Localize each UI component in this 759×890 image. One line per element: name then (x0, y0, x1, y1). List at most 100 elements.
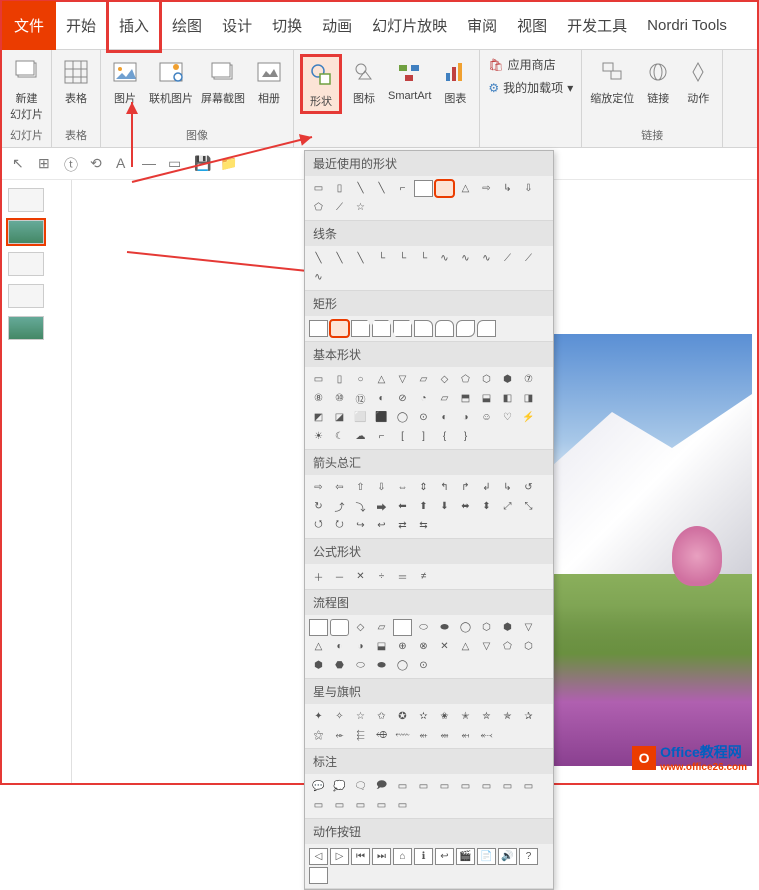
shape-arrow-24[interactable]: ⭮ (330, 517, 349, 534)
shape-arrow-turn[interactable]: ↳ (498, 180, 517, 197)
shape-arrow-19[interactable]: ⬌ (456, 498, 475, 515)
shape-fc-8[interactable]: ◯ (456, 619, 475, 636)
shape-basic-31[interactable]: ☺ (477, 409, 496, 426)
zoom-button[interactable]: 缩放定位 (588, 54, 636, 108)
shape-callout-7[interactable]: ▭ (435, 778, 454, 795)
shape-basic-6[interactable]: ▱ (414, 371, 433, 388)
shape-basic-9[interactable]: ⬡ (477, 371, 496, 388)
shape-triangle[interactable]: △ (456, 180, 475, 197)
thumbnail-5[interactable] (8, 316, 44, 340)
shape-fc-21[interactable]: ⬠ (498, 638, 517, 655)
shape-fc-27[interactable]: ◯ (393, 657, 412, 674)
addins-button[interactable]: ⚙我的加载项 ▾ (486, 77, 575, 98)
shape-arrow-r[interactable]: ⇨ (477, 180, 496, 197)
shape-basic-4[interactable]: △ (372, 371, 391, 388)
tab-review[interactable]: 审阅 (457, 1, 507, 50)
shape-abtn-7[interactable]: ↩ (435, 848, 454, 865)
shape-arrow-6[interactable]: ⇕ (414, 479, 433, 496)
shape-basic-1[interactable]: ▭ (309, 371, 328, 388)
shape-pentagon[interactable]: ⬠ (309, 199, 328, 216)
qat-pointer-icon[interactable]: ↖ (12, 155, 30, 173)
shape-rect[interactable] (414, 180, 433, 197)
shape-plus[interactable]: ＋ (309, 568, 328, 585)
shape-basic-29[interactable]: ◐ (435, 409, 454, 426)
shape-line2[interactable]: ╲ (372, 180, 391, 197)
tab-developer[interactable]: 开发工具 (557, 1, 637, 50)
shape-basic-14[interactable]: ⑫ (351, 390, 370, 407)
shape-basic-24[interactable]: ◪ (330, 409, 349, 426)
shape-callout-8[interactable]: ▭ (456, 778, 475, 795)
shape-callout-6[interactable]: ▭ (414, 778, 433, 795)
shape-arrow-18[interactable]: ⬇ (435, 498, 454, 515)
shape-arrow-7[interactable]: ↰ (435, 479, 454, 496)
tab-draw[interactable]: 绘图 (162, 1, 212, 50)
shape-banner-1[interactable]: ⬰ (330, 727, 349, 744)
shape-banner-5[interactable]: ⬴ (414, 727, 433, 744)
shape-arrow-3[interactable]: ⇧ (351, 479, 370, 496)
store-button[interactable]: 🛍应用商店 (486, 54, 557, 75)
shape-rect-sniproundm[interactable] (477, 320, 496, 337)
shape-callout-3[interactable]: 🗨 (351, 778, 370, 795)
shape-rect-snip2[interactable] (372, 320, 391, 337)
shape-arrow-16[interactable]: ⬅ (393, 498, 412, 515)
shape-rect-snip1[interactable] (351, 320, 370, 337)
shape-elbow-2[interactable]: └ (393, 250, 412, 267)
shape-basic-38[interactable]: [ (393, 428, 412, 445)
shape-star-6[interactable]: ✫ (414, 708, 433, 725)
shape-arrow-9[interactable]: ↲ (477, 479, 496, 496)
shape-arrow-27[interactable]: ⇄ (393, 517, 412, 534)
shape-abtn-10[interactable]: 🔊 (498, 848, 517, 865)
shape-fc-9[interactable]: ⬡ (477, 619, 496, 636)
shape-abtn-1[interactable]: ◁ (309, 848, 328, 865)
shape-basic-16[interactable]: ⊘ (393, 390, 412, 407)
shape-arrow-20[interactable]: ⬍ (477, 498, 496, 515)
shape-star-10[interactable]: ✯ (498, 708, 517, 725)
shape-arrow-23[interactable]: ⭯ (309, 517, 328, 534)
shape-elbow-3[interactable]: └ (414, 250, 433, 267)
shape-arrow-10[interactable]: ↳ (498, 479, 517, 496)
shape-fc-16[interactable]: ⊕ (393, 638, 412, 655)
qat-rotate-icon[interactable]: ⟲ (90, 155, 108, 173)
tab-animation[interactable]: 动画 (312, 1, 362, 50)
shape-basic-10[interactable]: ⬢ (498, 371, 517, 388)
shape-equals[interactable]: ＝ (393, 568, 412, 585)
shape-abtn-8[interactable]: 🎬 (456, 848, 475, 865)
shape-arrow-17[interactable]: ⬆ (414, 498, 433, 515)
shape-fc-19[interactable]: △ (456, 638, 475, 655)
shape-arrow-14[interactable]: ⤵ (351, 498, 370, 515)
shape-fc-7[interactable]: ⬬ (435, 619, 454, 636)
shape-basic-37[interactable]: ⌐ (372, 428, 391, 445)
shape-rect-1[interactable] (309, 320, 328, 337)
shape-arrow-21[interactable]: ⤢ (498, 498, 517, 515)
thumbnail-4[interactable] (8, 284, 44, 308)
shape-callout-16[interactable]: ▭ (393, 797, 412, 814)
shape-banner-8[interactable]: ⬷ (477, 727, 496, 744)
shape-rect-round2[interactable] (435, 320, 454, 337)
shape-star-11[interactable]: ✰ (519, 708, 538, 725)
shape-basic-13[interactable]: ⑩ (330, 390, 349, 407)
tab-transition[interactable]: 切换 (262, 1, 312, 50)
shape-fc-25[interactable]: ⬭ (351, 657, 370, 674)
shape-star-8[interactable]: ✭ (456, 708, 475, 725)
shape-basic-5[interactable]: ▽ (393, 371, 412, 388)
shape-basic-8[interactable]: ⬠ (456, 371, 475, 388)
shape-arrow-d[interactable]: ⇩ (519, 180, 538, 197)
shape-callout-5[interactable]: ▭ (393, 778, 412, 795)
shape-callout-13[interactable]: ▭ (330, 797, 349, 814)
shape-curve-2[interactable]: ∿ (456, 250, 475, 267)
shape-basic-18[interactable]: ▱ (435, 390, 454, 407)
shape-star-2[interactable]: ✧ (330, 708, 349, 725)
tab-design[interactable]: 设计 (212, 1, 262, 50)
tab-slideshow[interactable]: 幻灯片放映 (362, 1, 457, 50)
shapes-button[interactable]: 形状 (300, 54, 342, 114)
shape-arrow-25[interactable]: ↪ (351, 517, 370, 534)
shape-fc-12[interactable]: △ (309, 638, 328, 655)
shape-basic-3[interactable]: ○ (351, 371, 370, 388)
shape-rect-rounded[interactable] (330, 320, 349, 337)
shape-fc-1[interactable] (309, 619, 328, 636)
shape-basic-11[interactable]: ⑦ (519, 371, 538, 388)
shape-basic-23[interactable]: ◩ (309, 409, 328, 426)
shape-line[interactable]: ╲ (351, 180, 370, 197)
shape-arrow-13[interactable]: ⤴ (330, 498, 349, 515)
shape-arrow-15[interactable]: ⮕ (372, 498, 391, 515)
